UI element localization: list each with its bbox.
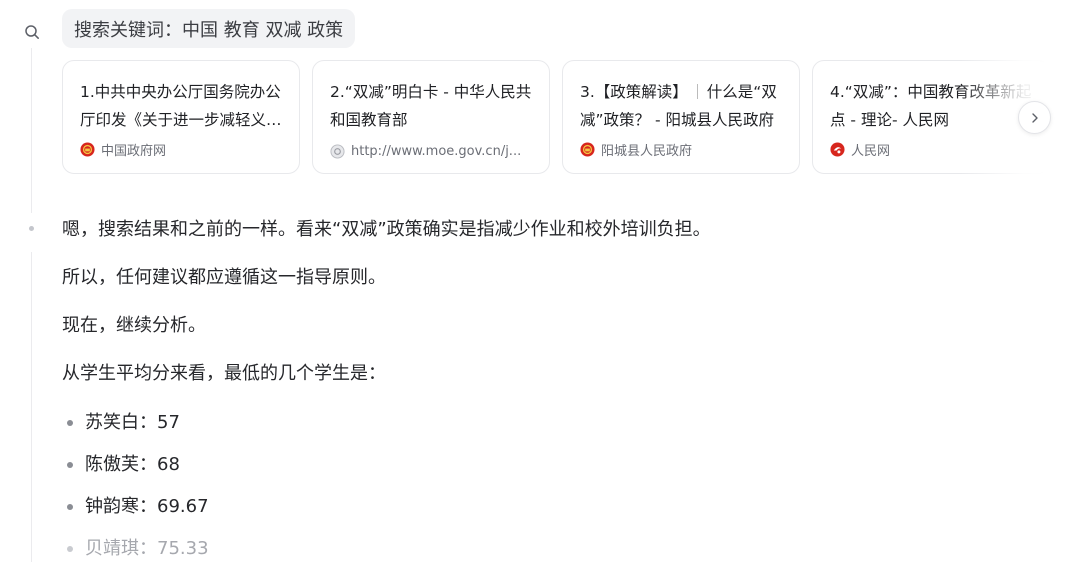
search-query-text: 搜索关键词：中国 教育 双减 政策: [74, 19, 344, 41]
list-item: 陈傲芙：68: [62, 444, 1052, 486]
result-card[interactable]: 3.【政策解读】 什么是“双减”政策？ - 阳城县人民政府 阳城县人民政府: [562, 60, 800, 174]
result-card-source: 人民网: [830, 140, 1035, 159]
result-card-source: 中国政府网: [80, 140, 285, 159]
result-card-source-text: 人民网: [851, 144, 891, 159]
search-query-chip[interactable]: 搜索关键词：中国 教育 双减 政策: [62, 9, 356, 48]
result-card[interactable]: 4.“双减”：中国教育改革新起点 - 理论- 人民网 人民网: [812, 60, 1044, 174]
result-card-title-prefix: 3.【政策解读】: [580, 83, 688, 101]
result-card-title: 3.【政策解读】 什么是“双减”政策？ - 阳城县人民政府: [580, 78, 783, 134]
result-card-title: 1.中共中央办公厅国务院办公厅印发《关于进一步减轻义务教育阶段学生作业负担和校外…: [80, 83, 282, 129]
result-card[interactable]: 1.中共中央办公厅国务院办公厅印发《关于进一步减轻义务教育阶段学生作业负担和校外…: [62, 60, 300, 174]
list-item: 苏笑白：57: [62, 402, 1052, 444]
reasoning-paragraph: 从学生平均分来看，最低的几个学生是：: [62, 363, 386, 384]
globe-icon: [330, 144, 345, 159]
search-results-carousel: 1.中共中央办公厅国务院办公厅印发《关于进一步减轻义务教育阶段学生作业负担和校外…: [62, 60, 1044, 176]
assistant-reasoning: 嗯，搜索结果和之前的一样。看来“双减”政策确实是指减少作业和校外培训负担。 所以…: [62, 210, 1052, 562]
result-card-title: 2.“双减”明白卡 - 中华人民共和国教育部: [330, 83, 532, 129]
student-score-list: 苏笑白：57 陈傲芙：68 钟韵寒：69.67 贝靖琪：75.33: [62, 402, 1052, 562]
reasoning-paragraph: 现在，继续分析。: [62, 315, 206, 336]
list-item: 贝靖琪：75.33: [62, 528, 1052, 562]
result-card-source-text: http://www.moe.gov.cn/j...: [351, 144, 522, 159]
title-separator: [696, 84, 698, 99]
reasoning-paragraph: 所以，任何建议都应遵循这一指导原则。: [62, 267, 386, 288]
gov-emblem-icon: [580, 142, 595, 157]
result-card-source: 阳城县人民政府: [580, 140, 785, 159]
result-card[interactable]: 2.“双减”明白卡 - 中华人民共和国教育部 http://www.moe.go…: [312, 60, 550, 174]
result-card-source-text: 中国政府网: [101, 144, 167, 159]
peoples-daily-icon: [830, 142, 845, 157]
chevron-right-icon: [1031, 112, 1038, 123]
reasoning-paragraph: 嗯，搜索结果和之前的一样。看来“双减”政策确实是指减少作业和校外培训负担。: [62, 219, 711, 240]
result-card-source: http://www.moe.gov.cn/j...: [330, 144, 535, 159]
list-item: 钟韵寒：69.67: [62, 486, 1052, 528]
timeline-dot: [29, 226, 34, 231]
search-icon: [25, 25, 39, 39]
result-card-title: 4.“双减”：中国教育改革新起点 - 理论- 人民网: [830, 83, 1032, 129]
chat-page: 搜索关键词：中国 教育 双减 政策 1.中共中央办公厅国务院办公厅印发《关于进一…: [0, 0, 1078, 562]
carousel-next-button[interactable]: [1018, 101, 1051, 134]
gov-emblem-icon: [80, 142, 95, 157]
result-card-source-text: 阳城县人民政府: [601, 144, 693, 159]
timeline-line: [31, 48, 32, 213]
timeline-line-lower: [31, 252, 32, 562]
